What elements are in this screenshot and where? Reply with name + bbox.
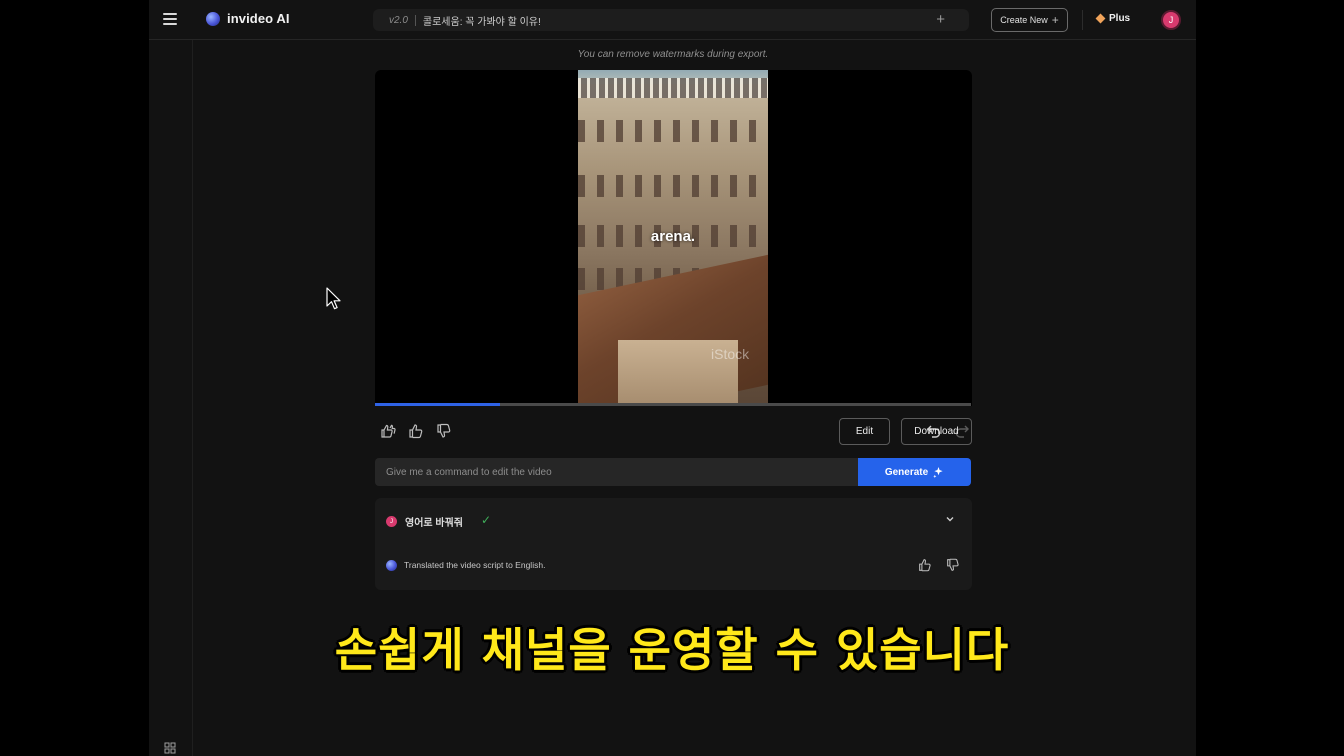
stock-watermark: iStock	[711, 346, 750, 362]
video-arches-tier	[578, 120, 768, 142]
watermark-note: You can remove watermarks during export.	[577, 49, 769, 60]
version-label: v2.0	[389, 14, 408, 26]
user-message: 영어로 바꿔줘	[405, 518, 463, 529]
video-arches-tier	[578, 175, 768, 197]
divider	[414, 14, 416, 26]
invideo-logo-icon	[206, 11, 220, 26]
check-icon: ✓	[481, 513, 492, 527]
ai-avatar-icon	[386, 560, 397, 571]
video-scaffold	[578, 78, 768, 98]
app-name: invideo AI	[227, 11, 290, 26]
create-new-button[interactable]: Create New +	[991, 8, 1068, 32]
edit-button[interactable]: Edit	[839, 418, 890, 445]
video-progress-bar[interactable]	[375, 403, 971, 406]
video-progress-fill	[375, 403, 501, 406]
generate-label: Generate	[884, 466, 929, 478]
plus-icon: +	[1051, 13, 1059, 27]
video-caption: arena.	[650, 228, 696, 245]
plan-label: Plus	[1109, 13, 1131, 24]
edit-history-card: J 영어로 바꿔줘 ✓ Translated the video script …	[375, 498, 972, 590]
command-bar: Generate	[375, 458, 971, 486]
project-title-bar[interactable]: v2.0 콜로세움: 꼭 가봐야 할 이유! +	[373, 9, 969, 31]
thumbs-down-icon[interactable]	[945, 557, 961, 573]
logo[interactable]: invideo AI	[206, 11, 290, 26]
sparkle-icon	[933, 466, 943, 478]
chevron-down-icon[interactable]	[943, 512, 957, 526]
download-button[interactable]: Download	[901, 418, 972, 445]
grid-icon[interactable]	[164, 742, 176, 754]
plan-badge[interactable]: Plus	[1095, 13, 1131, 24]
generate-button[interactable]: Generate	[858, 458, 971, 486]
mouse-cursor-icon	[326, 287, 341, 310]
add-icon[interactable]: +	[936, 11, 945, 28]
create-new-label: Create New	[1000, 15, 1048, 25]
top-bar: invideo AI v2.0 콜로세움: 꼭 가봐야 할 이유! + Crea…	[149, 0, 1196, 40]
command-input[interactable]	[375, 458, 858, 486]
thumbs-up-icon[interactable]	[917, 557, 933, 573]
project-title: 콜로세움: 꼭 가봐야 할 이유!	[422, 16, 541, 28]
diamond-icon	[1095, 13, 1106, 24]
video-player[interactable]: arena. iStock	[375, 70, 972, 406]
avatar[interactable]: J	[1161, 10, 1181, 30]
menu-icon[interactable]	[163, 13, 177, 25]
ai-response: Translated the video script to English.	[404, 560, 546, 570]
video-actions-buttons: Edit Download	[375, 416, 972, 446]
user-avatar: J	[386, 516, 397, 527]
video-subtitle-overlay: 손쉽게 채널을 운영할 수 있습니다	[334, 623, 1010, 677]
divider	[1082, 10, 1083, 30]
